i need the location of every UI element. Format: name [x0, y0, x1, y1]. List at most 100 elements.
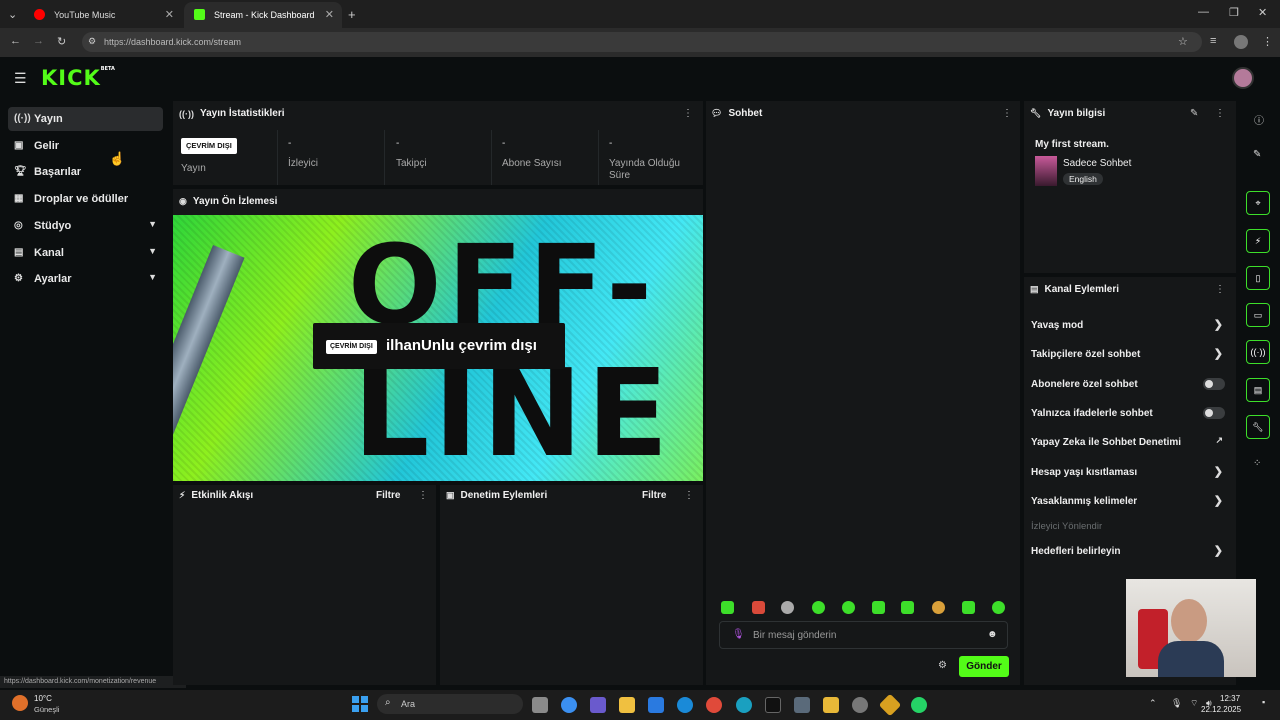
search-icon: ⌕: [385, 697, 391, 708]
emote[interactable]: [872, 601, 885, 614]
media-control-icon[interactable]: ≡: [1210, 35, 1216, 47]
emote[interactable]: [932, 601, 945, 614]
notification-icon[interactable]: ▪: [1262, 697, 1265, 707]
rail-button[interactable]: ((·)): [1246, 340, 1270, 364]
close-window-icon[interactable]: ✕: [1258, 6, 1267, 19]
browser-menu-icon[interactable]: ⋮: [1262, 35, 1273, 48]
rail-button[interactable]: ▤: [1246, 378, 1270, 402]
emote[interactable]: [962, 601, 975, 614]
subscribers-only-toggle[interactable]: [1203, 378, 1225, 390]
wifi-icon[interactable]: ⌔: [1190, 698, 1198, 709]
emote[interactable]: [721, 601, 734, 614]
address-bar[interactable]: https://dashboard.kick.com/stream: [82, 32, 1202, 52]
emote[interactable]: [812, 601, 825, 614]
action-ai-moderation[interactable]: Yapay Zeka ile Sohbet Denetimi ↗: [1031, 432, 1231, 452]
user-avatar[interactable]: [1232, 67, 1254, 89]
bookmark-star-icon[interactable]: ☆: [1178, 35, 1188, 48]
offline-message: ilhanUnlu çevrim dışı: [386, 337, 537, 354]
send-button[interactable]: Gönder: [959, 656, 1009, 677]
profile-avatar[interactable]: [1234, 35, 1248, 49]
clock-date[interactable]: 22.12.2025: [1201, 705, 1241, 714]
action-set-goals[interactable]: Hedefleri belirleyin ❯: [1031, 541, 1231, 561]
sidebar-item-yayin[interactable]: ((·)) Yayın: [8, 107, 163, 131]
action-banned-words[interactable]: Yasaklanmış kelimeler ❯: [1031, 491, 1231, 511]
emote[interactable]: [842, 601, 855, 614]
chrome-icon[interactable]: [706, 697, 722, 713]
microphone-icon[interactable]: 🎙︎: [732, 629, 745, 640]
edge-icon[interactable]: [736, 697, 752, 713]
kick-logo[interactable]: KICKBETA: [41, 66, 115, 90]
emote[interactable]: [992, 601, 1005, 614]
moderation-filter-button[interactable]: Filtre: [642, 490, 666, 501]
sidebar-item-droplar[interactable]: ▦ Droplar ve ödüller: [8, 187, 163, 211]
tradingview-icon[interactable]: [765, 697, 781, 713]
taskbar-search[interactable]: ⌕ Ara: [377, 694, 523, 714]
clock-time[interactable]: 12:37: [1220, 694, 1240, 703]
moderation-menu-icon[interactable]: ⋮: [684, 490, 694, 501]
rail-button[interactable]: ⚡︎: [1246, 229, 1270, 253]
emote[interactable]: [752, 601, 765, 614]
external-link-icon: ↗: [1215, 435, 1223, 445]
emoji-icon[interactable]: ☻: [987, 629, 998, 640]
teams-icon[interactable]: [590, 697, 606, 713]
channel-actions-menu-icon[interactable]: ⋮: [1215, 284, 1225, 295]
site-info-icon[interactable]: ⚙: [88, 36, 96, 47]
weather-icon[interactable]: [12, 695, 28, 711]
sidebar-item-studyo[interactable]: ◎ Stüdyo ▼: [8, 214, 163, 238]
close-tab-icon[interactable]: ✕: [325, 8, 334, 21]
stats-menu-icon[interactable]: ⋮: [683, 108, 693, 119]
new-tab-icon[interactable]: +: [348, 7, 356, 22]
edit-icon[interactable]: ✎: [1190, 108, 1198, 119]
telegram-icon[interactable]: [677, 697, 693, 713]
emote[interactable]: [781, 601, 794, 614]
apps-icon[interactable]: ⁘: [1253, 458, 1261, 469]
activity-filter-button[interactable]: Filtre: [376, 490, 400, 501]
forward-icon[interactable]: →: [33, 35, 44, 47]
sidebar-item-gelir[interactable]: ▣ Gelir: [8, 134, 163, 158]
hamburger-menu-icon[interactable]: ☰: [14, 70, 27, 87]
chat-settings-icon[interactable]: ⚙: [938, 660, 947, 671]
info-icon[interactable]: ⓘ: [1254, 112, 1264, 127]
file-explorer-icon[interactable]: [823, 697, 839, 713]
copilot-icon[interactable]: [561, 697, 577, 713]
action-account-age[interactable]: Hesap yaşı kısıtlaması ❯: [1031, 462, 1231, 482]
action-slow-mode[interactable]: Yavaş mod ❯: [1031, 315, 1231, 335]
app-icon[interactable]: [794, 697, 810, 713]
settings-icon[interactable]: [852, 697, 868, 713]
rail-button[interactable]: ▭: [1246, 303, 1270, 327]
tray-chevron-icon[interactable]: ⌃: [1149, 698, 1157, 709]
stat-label: Abone Sayısı: [502, 158, 562, 169]
stream-info-menu-icon[interactable]: ⋮: [1215, 108, 1225, 119]
sidebar-item-ayarlar[interactable]: ⚙ Ayarlar ▼: [8, 267, 163, 291]
divider: [384, 130, 385, 185]
rail-button[interactable]: 🔧︎: [1246, 415, 1270, 439]
chat-menu-icon[interactable]: ⋮: [1002, 108, 1012, 119]
stat-viewers: - İzleyici: [288, 138, 318, 170]
pencil-icon[interactable]: ✎: [1253, 149, 1261, 160]
emote-only-toggle[interactable]: [1203, 407, 1225, 419]
emote[interactable]: [901, 601, 914, 614]
microphone-icon[interactable]: 🎙︎: [1171, 698, 1182, 709]
task-view-icon[interactable]: [532, 697, 548, 713]
maximize-icon[interactable]: ❐: [1229, 6, 1239, 19]
chat-input[interactable]: 🎙︎ Bir mesaj gönderin ☻: [719, 621, 1008, 649]
rail-button[interactable]: ⌖: [1246, 191, 1270, 215]
tab-youtube-music[interactable]: YouTube Music ✕: [24, 2, 182, 28]
tab-kick-dashboard[interactable]: Stream - Kick Dashboard ✕: [184, 2, 342, 28]
tab-search-icon[interactable]: ⌄: [8, 8, 17, 21]
outlook-icon[interactable]: [648, 697, 664, 713]
rail-button[interactable]: ▯: [1246, 266, 1270, 290]
stat-yayin: Yayın: [181, 163, 206, 175]
reload-icon[interactable]: ↻: [57, 35, 66, 48]
back-icon[interactable]: ←: [10, 35, 21, 47]
close-tab-icon[interactable]: ✕: [165, 8, 174, 21]
activity-menu-icon[interactable]: ⋮: [418, 490, 428, 501]
minimize-icon[interactable]: —: [1198, 6, 1209, 18]
sidebar-item-basarilar[interactable]: 🏆︎ Başarılar: [8, 160, 163, 184]
preview-offline-badge: ÇEVRİM DIŞI: [326, 340, 377, 354]
action-followers-only[interactable]: Takipçilere özel sohbet ❯: [1031, 344, 1231, 364]
sidebar-item-kanal[interactable]: ▤ Kanal ▼: [8, 241, 163, 265]
app-icon[interactable]: [619, 697, 635, 713]
whatsapp-icon[interactable]: [911, 697, 927, 713]
windows-start-icon[interactable]: [352, 696, 368, 712]
